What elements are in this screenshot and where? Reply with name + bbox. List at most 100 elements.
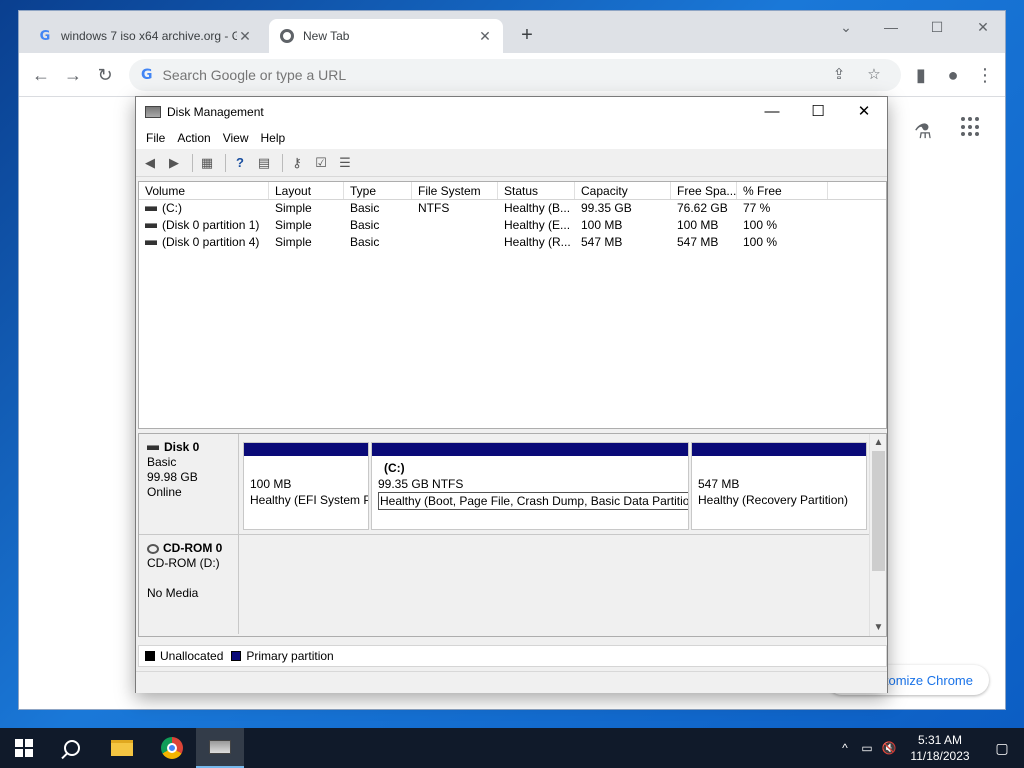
cdrom-icon bbox=[147, 543, 159, 554]
close-icon[interactable]: ✕ bbox=[237, 28, 253, 45]
close-icon[interactable]: ✕ bbox=[477, 28, 493, 45]
vertical-scrollbar[interactable]: ▲ ▼ bbox=[869, 434, 886, 636]
fs-cell bbox=[412, 234, 498, 251]
cdrom-0-label[interactable]: CD-ROM 0 CD-ROM (D:) No Media bbox=[139, 535, 239, 634]
help-icon[interactable]: ? bbox=[230, 153, 250, 173]
column-status[interactable]: Status bbox=[498, 182, 575, 199]
key-icon[interactable]: ⚷ bbox=[287, 153, 307, 173]
partition-name: (C:) bbox=[384, 461, 405, 475]
menu-file[interactable]: File bbox=[140, 129, 171, 147]
table-row[interactable]: (Disk 0 partition 4) Simple Basic Health… bbox=[139, 234, 886, 251]
tab-title: windows 7 iso x64 archive.org - G bbox=[61, 29, 237, 43]
free-space-cell: 547 MB bbox=[677, 235, 719, 249]
status-bar bbox=[136, 671, 887, 693]
search-button[interactable] bbox=[48, 728, 96, 768]
properties-grid-icon[interactable]: ▦ bbox=[197, 153, 217, 173]
clock[interactable]: 5:31 AM 11/18/2023 bbox=[900, 732, 980, 764]
volume-icon bbox=[145, 223, 157, 229]
column-type[interactable]: Type bbox=[344, 182, 412, 199]
tab-search-chevron-icon[interactable]: ⌄ bbox=[834, 19, 858, 39]
status-cell: Healthy (E... bbox=[504, 218, 571, 232]
scroll-thumb[interactable] bbox=[872, 451, 885, 571]
menu-view[interactable]: View bbox=[217, 129, 255, 147]
volume-name: (Disk 0 partition 1) bbox=[162, 218, 260, 232]
omnibox-input[interactable] bbox=[162, 67, 763, 83]
partition-c[interactable]: (C:) 99.35 GB NTFS Healthy (Boot, Page F… bbox=[371, 442, 689, 530]
title-bar: Disk Management — ☐ ✕ bbox=[136, 97, 887, 127]
scroll-down-icon[interactable]: ▼ bbox=[870, 619, 886, 636]
close-window-icon[interactable]: ✕ bbox=[971, 19, 995, 39]
back-icon[interactable]: ← bbox=[29, 63, 53, 87]
maximize-icon[interactable]: ☐ bbox=[795, 97, 841, 127]
column-file-system[interactable]: File System bbox=[412, 182, 498, 199]
menu-action[interactable]: Action bbox=[171, 129, 216, 147]
partition-status: Healthy (Recovery Partition) bbox=[698, 493, 849, 507]
labs-flask-icon[interactable]: ⚗ bbox=[914, 119, 932, 144]
tab-new-tab[interactable]: New Tab ✕ bbox=[269, 19, 503, 53]
scroll-up-icon[interactable]: ▲ bbox=[870, 434, 886, 451]
disk-management-taskbar-button[interactable] bbox=[196, 728, 244, 768]
partition-status: Healthy (EFI System P bbox=[250, 493, 368, 507]
fs-cell bbox=[412, 217, 498, 234]
column-free-space[interactable]: Free Spa... bbox=[671, 182, 737, 199]
console-view-icon[interactable]: ▤ bbox=[254, 153, 274, 173]
side-panel-icon[interactable]: ▮ bbox=[909, 63, 933, 87]
volume-list: Volume Layout Type File System Status Ca… bbox=[138, 181, 887, 429]
table-row[interactable]: (Disk 0 partition 1) Simple Basic Health… bbox=[139, 217, 886, 234]
profile-icon[interactable]: ● bbox=[941, 63, 965, 87]
new-tab-button[interactable]: + bbox=[515, 24, 539, 48]
column-percent-free[interactable]: % Free bbox=[737, 182, 828, 199]
capacity-cell: 547 MB bbox=[581, 235, 623, 249]
menu-help[interactable]: Help bbox=[255, 129, 292, 147]
back-arrow-icon[interactable]: ◀ bbox=[140, 153, 160, 173]
type-cell: Basic bbox=[350, 201, 380, 215]
close-icon[interactable]: ✕ bbox=[841, 97, 887, 127]
legend: Unallocated Primary partition bbox=[138, 645, 887, 667]
file-explorer-button[interactable] bbox=[98, 728, 146, 768]
chrome-taskbar-button[interactable] bbox=[148, 728, 196, 768]
primary-partition-swatch bbox=[231, 651, 242, 661]
tab-strip: G windows 7 iso x64 archive.org - G ✕ Ne… bbox=[19, 11, 1005, 53]
start-button[interactable] bbox=[0, 728, 48, 768]
share-icon[interactable]: ⇪ bbox=[829, 65, 849, 85]
star-icon[interactable]: ☆ bbox=[864, 65, 884, 85]
disk-0-label[interactable]: Disk 0 Basic 99.98 GB Online bbox=[139, 434, 239, 534]
column-volume[interactable]: Volume bbox=[139, 182, 269, 199]
partition-efi[interactable]: 100 MB Healthy (EFI System P bbox=[243, 442, 369, 530]
status-cell: Healthy (B... bbox=[504, 201, 571, 215]
volume-name: (Disk 0 partition 4) bbox=[162, 235, 260, 249]
volume-list-header: Volume Layout Type File System Status Ca… bbox=[139, 182, 886, 200]
primary-partition-bar bbox=[372, 443, 688, 456]
column-capacity[interactable]: Capacity bbox=[575, 182, 671, 199]
table-row[interactable]: (C:) Simple Basic NTFS Healthy (B... 99.… bbox=[139, 200, 886, 217]
minimize-icon[interactable]: — bbox=[879, 19, 903, 39]
disk-management-icon bbox=[145, 106, 161, 118]
forward-arrow-icon[interactable]: ▶ bbox=[164, 153, 184, 173]
apps-grid-icon[interactable] bbox=[961, 117, 981, 137]
disk-size: 99.98 GB bbox=[147, 470, 198, 484]
menu-icon[interactable]: ⋮ bbox=[973, 63, 997, 87]
column-layout[interactable]: Layout bbox=[269, 182, 344, 199]
tab-archive-search[interactable]: G windows 7 iso x64 archive.org - G ✕ bbox=[27, 19, 263, 53]
show-hidden-icons-chevron-icon[interactable]: ^ bbox=[834, 741, 856, 755]
list-icon[interactable]: ☰ bbox=[335, 153, 355, 173]
cdrom-name: CD-ROM 0 bbox=[163, 541, 223, 555]
omnibox[interactable]: G ⇪ ☆ bbox=[129, 59, 901, 91]
legend-label: Primary partition bbox=[246, 649, 334, 663]
disk-state: Online bbox=[147, 485, 182, 499]
network-icon[interactable]: ▭ bbox=[856, 741, 878, 755]
forward-icon[interactable]: → bbox=[61, 63, 85, 87]
folder-icon bbox=[111, 740, 133, 756]
windows-logo-icon bbox=[15, 739, 33, 757]
reload-icon[interactable]: ↻ bbox=[93, 63, 117, 87]
check-icon[interactable]: ☑ bbox=[311, 153, 331, 173]
cdrom-media: No Media bbox=[147, 586, 199, 600]
volume-muted-icon[interactable]: 🔇 bbox=[878, 741, 900, 755]
notification-icon[interactable]: ▢ bbox=[980, 740, 1024, 757]
capacity-cell: 99.35 GB bbox=[581, 201, 632, 215]
google-g-icon: G bbox=[141, 67, 153, 83]
maximize-icon[interactable]: ☐ bbox=[925, 19, 949, 39]
partition-recovery[interactable]: 547 MB Healthy (Recovery Partition) bbox=[691, 442, 867, 530]
partition-size: 100 MB bbox=[250, 477, 292, 491]
minimize-icon[interactable]: — bbox=[749, 97, 795, 127]
